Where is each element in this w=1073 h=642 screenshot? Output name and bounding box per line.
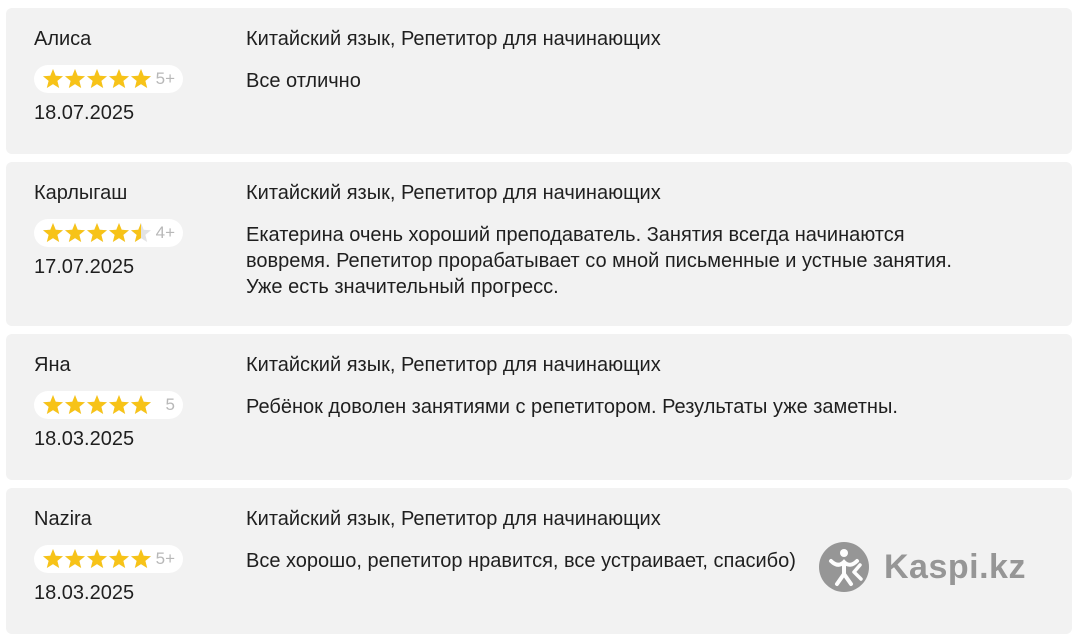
- star-filled-icon: [65, 395, 85, 414]
- review-body: Китайский язык, Репетитор для начинающих…: [246, 26, 1026, 94]
- rating-label: 5: [165, 395, 175, 414]
- rating-stars: [43, 223, 151, 242]
- review-author: Карлыгаш: [34, 182, 128, 204]
- review-meta: Карлыгаш 4+ 17.07.2025: [34, 180, 224, 280]
- rating-stars: [43, 549, 151, 568]
- star-filled-icon: [131, 549, 151, 568]
- review-date: 18.03.2025: [34, 582, 135, 604]
- review-card: Яна 5 18.03.2025 Китайский язык, Репетит…: [6, 334, 1072, 480]
- star-filled-icon: [43, 395, 63, 414]
- star-filled-icon: [65, 69, 85, 88]
- rating-stars: [43, 395, 151, 414]
- star-filled-icon: [43, 69, 63, 88]
- review-meta: Яна 5 18.03.2025: [34, 352, 224, 452]
- kaspi-watermark: Kaspi.kz: [818, 541, 1026, 593]
- watermark-text: Kaspi.kz: [884, 548, 1026, 586]
- review-text: Все отлично: [246, 70, 361, 92]
- review-service: Китайский язык, Репетитор для начинающих: [246, 354, 661, 376]
- star-filled-icon: [65, 223, 85, 242]
- star-filled-icon: [43, 549, 63, 568]
- rating-badge: 5+: [34, 545, 183, 573]
- star-filled-icon: [87, 69, 107, 88]
- review-date: 17.07.2025: [34, 256, 135, 278]
- star-filled-icon: [131, 69, 151, 88]
- star-filled-icon: [87, 223, 107, 242]
- rating-badge: 4+: [34, 219, 183, 247]
- rating-stars: [43, 69, 151, 88]
- review-card: Карлыгаш 4+ 17.07.2025 Китайский язык, Р…: [6, 162, 1072, 326]
- review-card: Алиса 5+ 18.07.2025 Китайский язык, Репе…: [6, 8, 1072, 154]
- review-text-line: Уже есть значительный прогресс.: [246, 276, 559, 298]
- review-service: Китайский язык, Репетитор для начинающих: [246, 508, 661, 530]
- rating-badge: 5+: [34, 65, 183, 93]
- review-text: Ребёнок доволен занятиями с репетитором.…: [246, 396, 898, 418]
- star-filled-icon: [87, 549, 107, 568]
- review-service: Китайский язык, Репетитор для начинающих: [246, 28, 661, 50]
- review-text-line: вовремя. Репетитор прорабатывает со мной…: [246, 250, 952, 272]
- star-filled-icon: [65, 549, 85, 568]
- review-body: Китайский язык, Репетитор для начинающих…: [246, 352, 1026, 420]
- rating-label: 5+: [155, 69, 175, 88]
- review-date: 18.03.2025: [34, 428, 135, 450]
- review-meta: Nazira 5+ 18.03.2025: [34, 506, 224, 606]
- review-author: Алиса: [34, 28, 92, 50]
- review-text: Екатерина очень хороший преподаватель. З…: [246, 222, 1026, 300]
- review-text-line: Екатерина очень хороший преподаватель. З…: [246, 224, 905, 246]
- star-filled-icon: [109, 223, 129, 242]
- kaspi-logo-icon: [819, 542, 869, 592]
- star-filled-icon: [131, 395, 151, 414]
- star-filled-icon: [87, 395, 107, 414]
- review-service: Китайский язык, Репетитор для начинающих: [246, 182, 661, 204]
- star-filled-icon: [109, 395, 129, 414]
- rating-label: 5+: [155, 549, 175, 568]
- review-meta: Алиса 5+ 18.07.2025: [34, 26, 224, 126]
- star-filled-icon: [109, 549, 129, 568]
- review-date: 18.07.2025: [34, 102, 135, 124]
- rating-label: 4+: [155, 223, 175, 242]
- review-author: Яна: [34, 354, 71, 376]
- star-filled-icon: [109, 69, 129, 88]
- review-author: Nazira: [34, 508, 92, 530]
- review-body: Китайский язык, Репетитор для начинающих…: [246, 180, 1026, 300]
- star-filled-icon: [43, 223, 63, 242]
- rating-badge: 5: [34, 391, 183, 419]
